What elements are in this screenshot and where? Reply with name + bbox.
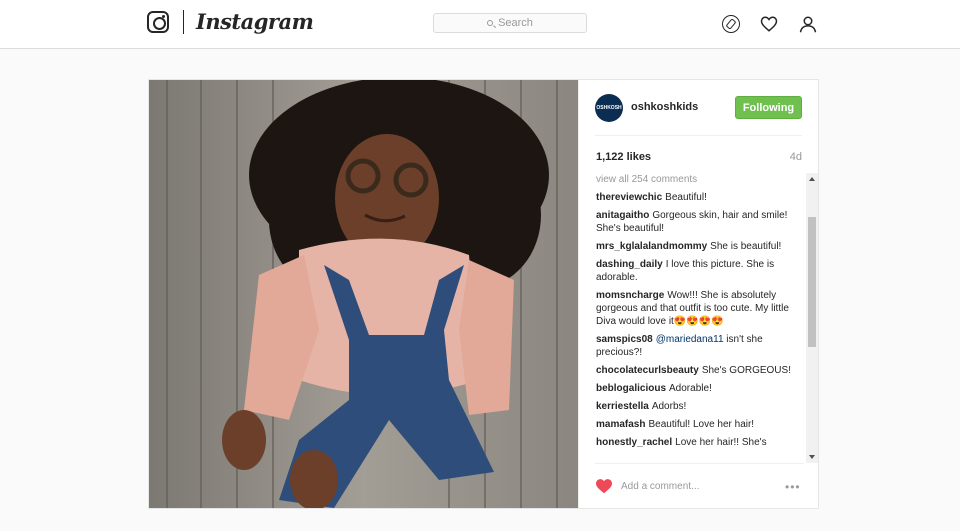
comment-item: beblogalicious Adorable! — [596, 382, 809, 395]
comment-username[interactable]: anitagaitho — [596, 210, 649, 221]
comment-item: honestly_rachel Love her hair!! She's — [596, 436, 809, 449]
comment-item: kerriestella Adorbs! — [596, 400, 809, 413]
comment-item: mrs_kglalalandmommy She is beautiful! — [596, 240, 809, 253]
scroll-down-arrow-icon[interactable] — [809, 455, 815, 459]
comment-item: dashing_daily I love this picture. She is… — [596, 258, 809, 284]
following-button[interactable]: Following — [735, 96, 802, 119]
like-heart-icon[interactable] — [595, 478, 613, 494]
heart-icon[interactable] — [760, 15, 778, 33]
comment-username[interactable]: kerriestella — [596, 401, 649, 412]
scrollbar-thumb[interactable] — [808, 217, 816, 347]
post-side-panel: OSHKOSH oshkoshkids Following 1,122 like… — [578, 80, 819, 508]
comment-text: She is beautiful! — [710, 241, 782, 252]
post-header: OSHKOSH oshkoshkids Following — [579, 80, 820, 136]
post-photo[interactable] — [149, 80, 578, 508]
instagram-logo-icon[interactable] — [147, 11, 169, 33]
comments-list[interactable]: view all 254 comments thereviewchic Beaut… — [596, 173, 809, 463]
comment-mention-link[interactable]: @mariedana11 — [656, 334, 724, 345]
comment-username[interactable]: mamafash — [596, 419, 645, 430]
comment-username[interactable]: beblogalicious — [596, 383, 666, 394]
comment-item: thereviewchic Beautiful! — [596, 191, 809, 204]
account-avatar[interactable]: OSHKOSH — [595, 94, 623, 122]
post-image — [149, 80, 578, 508]
comment-text: She's GORGEOUS! — [701, 365, 791, 376]
explore-compass-icon[interactable] — [722, 15, 740, 33]
comment-text: Adorable! — [669, 383, 712, 394]
comment-item: anitagaitho Gorgeous skin, hair and smile… — [596, 209, 809, 235]
comment-username[interactable]: samspics08 — [596, 334, 653, 345]
comment-username[interactable]: chocolatecurlsbeauty — [596, 365, 699, 376]
profile-icon[interactable] — [799, 15, 817, 33]
comments-scrollbar[interactable] — [806, 173, 818, 463]
search-placeholder: Search — [498, 17, 533, 29]
comment-username[interactable]: mrs_kglalalandmommy — [596, 241, 707, 252]
comment-username[interactable]: momsncharge — [596, 290, 664, 301]
comment-username[interactable]: thereviewchic — [596, 192, 662, 203]
view-all-comments-link[interactable]: view all 254 comments — [596, 173, 809, 186]
comment-item: chocolatecurlsbeauty She's GORGEOUS! — [596, 364, 809, 377]
comment-text: Love her hair!! She's — [675, 437, 767, 448]
account-username[interactable]: oshkoshkids — [631, 101, 698, 113]
post-footer: ••• — [595, 463, 804, 507]
comment-item: momsncharge Wow!!! She is absolutely gorg… — [596, 289, 809, 328]
likes-count[interactable]: 1,122 likes — [596, 151, 651, 163]
top-nav: Instagram Search — [0, 0, 960, 49]
search-input[interactable]: Search — [433, 13, 587, 33]
comment-item: samspics08 @mariedana11 isn't she preciou… — [596, 333, 809, 359]
logo-divider — [183, 10, 184, 34]
comment-username[interactable]: dashing_daily — [596, 259, 663, 270]
post-age[interactable]: 4d — [790, 151, 802, 163]
add-comment-input[interactable] — [621, 477, 771, 495]
instagram-wordmark[interactable]: Instagram — [196, 9, 314, 34]
comment-text: Beautiful! Love her hair! — [648, 419, 755, 430]
scroll-up-arrow-icon[interactable] — [809, 177, 815, 181]
more-options-icon[interactable]: ••• — [785, 480, 801, 494]
search-icon — [487, 20, 494, 26]
avatar-logo-text: OSHKOSH — [596, 105, 622, 111]
comment-username[interactable]: honestly_rachel — [596, 437, 672, 448]
post-card: OSHKOSH oshkoshkids Following 1,122 like… — [148, 79, 819, 509]
comment-text: Beautiful! — [665, 192, 707, 203]
header-divider — [595, 135, 802, 136]
comment-item: mamafash Beautiful! Love her hair! — [596, 418, 809, 431]
comment-text: Adorbs! — [651, 401, 687, 412]
